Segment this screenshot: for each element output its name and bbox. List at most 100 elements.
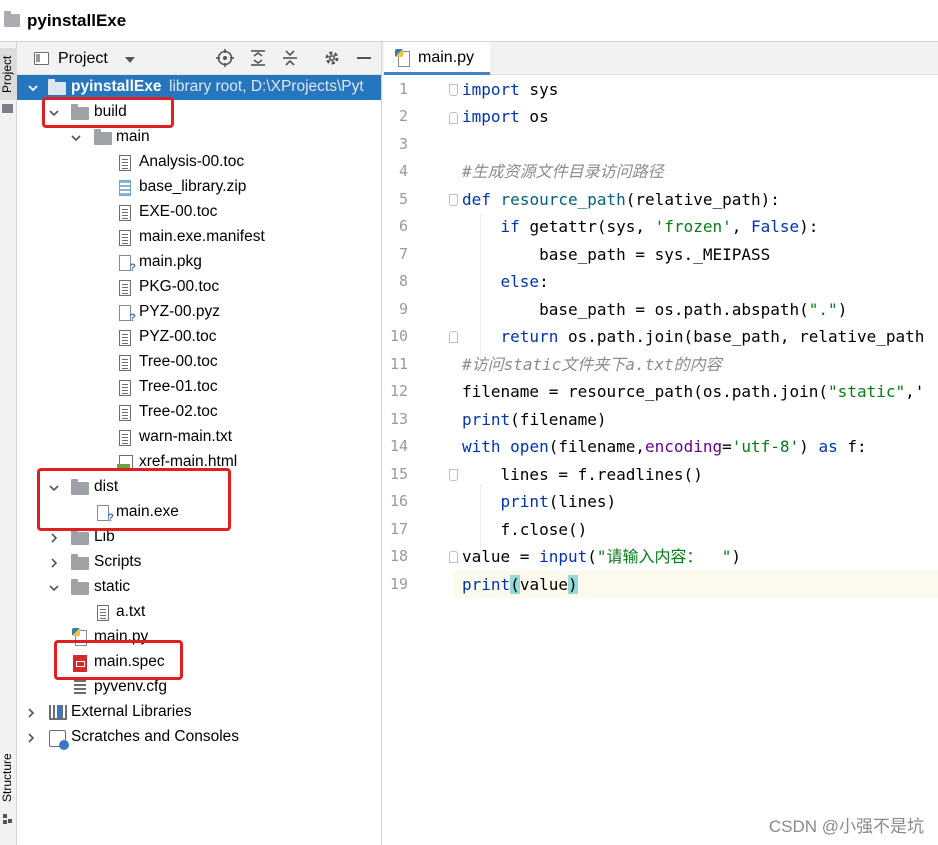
folder-icon: [71, 104, 89, 120]
tree-item-base-library-zip[interactable]: base_library.zip: [17, 175, 381, 200]
expand-all-icon[interactable]: [248, 49, 268, 69]
tree-item-main-exe[interactable]: main.exe: [17, 500, 381, 525]
line-number: 3: [398, 135, 408, 153]
folder-icon: [71, 479, 89, 495]
file-icon: [119, 355, 131, 371]
code-line: f.close(): [462, 516, 588, 543]
fold-marker-icon[interactable]: [449, 469, 458, 481]
fold-marker-icon[interactable]: [449, 84, 458, 96]
tree-item-external-libraries[interactable]: External Libraries: [17, 700, 381, 725]
tree-item-tree-00-toc[interactable]: Tree-00.toc: [17, 350, 381, 375]
keyword: import: [462, 80, 520, 99]
tree-item-warn-main-txt[interactable]: warn-main.txt: [17, 425, 381, 450]
fold-marker-icon[interactable]: [449, 331, 458, 343]
tree-item-build[interactable]: build: [17, 100, 381, 125]
tree-item-exe-toc[interactable]: EXE-00.toc: [17, 200, 381, 225]
unknown-file-icon: [97, 505, 114, 524]
project-view-selector[interactable]: Project: [58, 50, 108, 68]
tree-item-label: main.spec: [94, 653, 165, 670]
chevron-down-icon[interactable]: [47, 581, 61, 595]
chevron-down-icon[interactable]: [47, 106, 61, 120]
chevron-right-icon[interactable]: [47, 531, 61, 545]
unknown-file-icon: [119, 305, 136, 324]
code-text: sys: [519, 80, 559, 99]
code-text: (lines): [548, 492, 617, 511]
project-tool-tab[interactable]: Project: [0, 48, 17, 100]
line-number: 9: [398, 300, 408, 318]
chevron-right-icon[interactable]: [24, 706, 38, 720]
line-number: 18: [389, 547, 408, 565]
tree-item-main-spec[interactable]: main.spec: [17, 650, 381, 675]
fold-marker-icon[interactable]: [449, 112, 458, 124]
file-icon: [119, 430, 131, 446]
hide-panel-icon[interactable]: [354, 49, 374, 69]
tree-item-main-pkg[interactable]: main.pkg: [17, 250, 381, 275]
tree-item-pyinstallexe[interactable]: pyinstallExe library root, D:\XProjects\…: [17, 75, 381, 100]
file-icon: [119, 405, 131, 421]
tree-item-pkg-toc[interactable]: PKG-00.toc: [17, 275, 381, 300]
tree-item-label: main.exe.manifest: [139, 228, 265, 245]
folder-icon: [4, 11, 20, 27]
tree-item-tree-02-toc[interactable]: Tree-02.toc: [17, 400, 381, 425]
code-text: (filename): [510, 410, 607, 429]
keyword-argument: encoding: [645, 437, 723, 456]
code-line: base_path = sys._MEIPASS: [462, 241, 770, 268]
tree-item-pyz-toc[interactable]: PYZ-00.toc: [17, 325, 381, 350]
code-line: def resource_path(relative_path):: [462, 186, 780, 213]
tree-item-main-py[interactable]: main.py: [17, 625, 381, 650]
chevron-down-icon[interactable]: [47, 481, 61, 495]
tree-item-a-txt[interactable]: a.txt: [17, 600, 381, 625]
tree-item-dist[interactable]: dist: [17, 475, 381, 500]
tree-item-tree-01-toc[interactable]: Tree-01.toc: [17, 375, 381, 400]
tree-item-xref-main-html[interactable]: xref-main.html: [17, 450, 381, 475]
tab-main-py[interactable]: main.py: [384, 42, 490, 75]
tree-item-pyz-pyz[interactable]: PYZ-00.pyz: [17, 300, 381, 325]
tree-item-label: Tree-00.toc: [139, 353, 218, 370]
tree-item-static[interactable]: static: [17, 575, 381, 600]
structure-icon: [3, 814, 13, 824]
tree-item-pyvenv-cfg[interactable]: pyvenv.cfg: [17, 675, 381, 700]
python-file-icon: [72, 628, 87, 646]
spec-file-icon: [73, 655, 87, 672]
code-line: print(value): [462, 571, 578, 598]
tree-item-main-exe-manifest[interactable]: main.exe.manifest: [17, 225, 381, 250]
chevron-right-icon[interactable]: [24, 731, 38, 745]
fold-marker-icon[interactable]: [449, 551, 458, 563]
code-editor: main.py 1 2 3 4 5 6 7 8 9 10 11 12 13 14…: [382, 42, 938, 845]
code-text: =: [722, 437, 732, 456]
code-text: filename = resource_path(os.path.join(: [462, 382, 829, 401]
line-number: 14: [389, 437, 408, 455]
chevron-down-icon[interactable]: [69, 131, 83, 145]
gear-icon[interactable]: [322, 49, 342, 69]
code-text: value =: [462, 547, 540, 566]
folder-icon: [48, 79, 66, 95]
tree-item-analysis-toc[interactable]: Analysis-00.toc: [17, 150, 381, 175]
code-line: #生成资源文件目录访问路径: [462, 158, 664, 185]
folder-icon: [71, 554, 89, 570]
structure-tool-tab[interactable]: Structure: [0, 746, 17, 810]
chevron-right-icon[interactable]: [47, 556, 61, 570]
line-number: 4: [398, 162, 408, 180]
file-icon: [119, 230, 131, 246]
code-line: base_path = os.path.abspath("."): [462, 296, 847, 323]
tree-item-scripts[interactable]: Scripts: [17, 550, 381, 575]
code-area[interactable]: import sys import os #生成资源文件目录访问路径 def r…: [462, 75, 938, 845]
tree-item-label: Analysis-00.toc: [139, 153, 245, 170]
fold-marker-icon[interactable]: [449, 194, 458, 206]
tree-item-label: Tree-02.toc: [139, 403, 218, 420]
code-text: base_path = sys._MEIPASS: [539, 245, 771, 264]
collapse-all-icon[interactable]: [280, 49, 300, 69]
line-number: 15: [389, 465, 408, 483]
tree-item-label: main.exe: [116, 503, 179, 520]
chevron-down-icon[interactable]: [125, 57, 135, 63]
tree-item-lib[interactable]: Lib: [17, 525, 381, 550]
locate-icon[interactable]: [215, 49, 235, 69]
tree-item-scratches-and-consoles[interactable]: Scratches and Consoles: [17, 725, 381, 750]
chevron-down-icon[interactable]: [26, 81, 40, 95]
code-line: import os: [462, 103, 549, 130]
tree-item-label: a.txt: [116, 603, 146, 620]
tree-item-main-folder[interactable]: main: [17, 125, 381, 150]
code-line: else:: [462, 268, 549, 295]
line-number: 19: [389, 575, 408, 593]
keyword: else: [500, 272, 540, 291]
